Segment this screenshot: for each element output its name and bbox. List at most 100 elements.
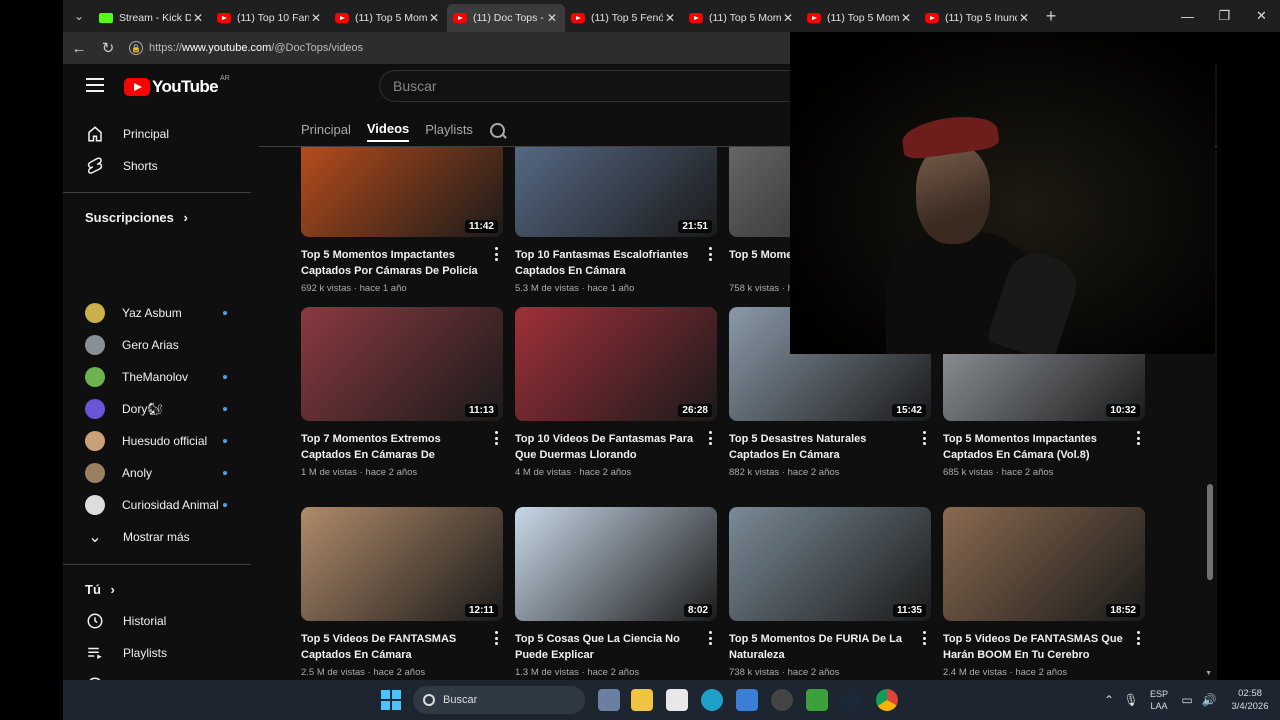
reload-icon[interactable]: ↻ — [95, 35, 121, 61]
video-title[interactable]: Top 5 Momentos Impactantes Captados En C… — [943, 431, 1123, 463]
back-arrow-icon[interactable]: ← — [66, 35, 92, 61]
store-icon[interactable] — [666, 689, 688, 711]
video-title[interactable]: Top 5 Momentos Impactantes Captados Por … — [301, 247, 481, 279]
video-thumbnail[interactable]: 8:02 — [515, 507, 717, 621]
video-card[interactable]: 21:51 Top 10 Fantasmas Escalofriantes Cap… — [515, 147, 717, 294]
chevron-up-icon[interactable]: ⌃ — [1098, 693, 1120, 707]
video-card[interactable]: 11:35 Top 5 Momentos De FURIA De La Natur… — [729, 507, 931, 678]
close-tab-icon[interactable]: ✕ — [663, 11, 677, 25]
app-icon[interactable] — [771, 689, 793, 711]
clock[interactable]: 02:58 3/4/2026 — [1220, 687, 1280, 713]
video-card[interactable]: 18:52 Top 5 Videos De FANTASMAS Que Harán… — [943, 507, 1145, 678]
tab-playlists[interactable]: Playlists — [425, 122, 473, 141]
youtube-icon — [335, 13, 349, 23]
file-explorer-icon[interactable] — [631, 689, 653, 711]
chrome-icon[interactable] — [876, 689, 898, 711]
more-actions-icon[interactable] — [709, 247, 713, 261]
more-actions-icon[interactable] — [709, 431, 713, 445]
microphone-icon[interactable]: 🎙 — [1120, 693, 1142, 707]
video-title[interactable]: Top 5 Momentos De FURIA De La Naturaleza — [729, 631, 909, 663]
browser-tab[interactable]: (11) Doc Tops - Y✕ — [447, 4, 565, 32]
video-card[interactable]: 26:28 Top 10 Videos De Fantasmas Para Que… — [515, 307, 717, 478]
close-tab-icon[interactable]: ✕ — [191, 11, 205, 25]
restore-icon[interactable]: ❐ — [1206, 0, 1243, 32]
tab-principal[interactable]: Principal — [301, 122, 351, 141]
browser-tab[interactable]: (11) Top 5 Mome ✕ — [801, 4, 919, 32]
video-thumbnail[interactable]: 21:51 — [515, 147, 717, 237]
address-bar: ← ↻ 🔒 https://www.youtube.com/@DocTops/v… — [63, 32, 790, 64]
network-icon[interactable]: ▭ — [1176, 693, 1198, 707]
browser-tab[interactable]: (11) Top 5 Inund ✕ — [919, 4, 1037, 32]
video-title[interactable]: Top 5 Videos De FANTASMAS Que Harán BOOM… — [943, 631, 1123, 663]
video-title[interactable]: Top 5 Videos De FANTASMAS Captados En Cá… — [301, 631, 481, 663]
new-tab-button[interactable]: + — [1037, 6, 1065, 27]
video-card[interactable]: 11:42 Top 5 Momentos Impactantes Captados… — [301, 147, 503, 294]
tab-videos[interactable]: Videos — [366, 121, 410, 142]
video-views: 2.4 M de vistas — [943, 667, 1007, 678]
video-thumbnail[interactable]: 11:35 — [729, 507, 931, 621]
video-thumbnail[interactable]: 12:11 — [301, 507, 503, 621]
windows-start-icon[interactable] — [381, 690, 401, 710]
search-input[interactable]: Buscar — [379, 70, 799, 102]
taskbar-search[interactable]: Buscar — [413, 686, 585, 714]
video-title[interactable]: Top 7 Momentos Extremos Captados En Cáma… — [301, 431, 481, 463]
steam-icon[interactable] — [841, 689, 863, 711]
close-tab-icon[interactable]: ✕ — [781, 11, 795, 25]
volume-icon[interactable]: 🔊 — [1198, 693, 1220, 707]
video-thumbnail[interactable]: 11:42 — [301, 147, 503, 237]
close-tab-icon[interactable]: ✕ — [899, 11, 913, 25]
more-actions-icon[interactable] — [495, 631, 499, 645]
close-window-icon[interactable]: ✕ — [1243, 0, 1280, 32]
minimize-icon[interactable]: — — [1169, 0, 1206, 32]
url-field[interactable]: 🔒 https://www.youtube.com/@DocTops/video… — [129, 41, 363, 55]
browser-tab[interactable]: (11) Top 10 Fanta✕ — [211, 4, 329, 32]
browser-tab[interactable]: Stream - Kick Da ✕ — [93, 4, 211, 32]
video-age: hace 1 año — [587, 283, 635, 294]
channel-search-icon[interactable] — [489, 122, 507, 140]
browser-tab[interactable]: (11) Top 5 Mome ✕ — [683, 4, 801, 32]
video-age: hace 2 años — [587, 667, 640, 678]
sidebar-item-home[interactable]: Principal — [73, 118, 251, 150]
more-actions-icon[interactable] — [709, 631, 713, 645]
close-tab-icon[interactable]: ✕ — [427, 11, 441, 25]
mail-icon[interactable] — [736, 689, 758, 711]
language-indicator[interactable]: ESP LAA — [1142, 688, 1176, 712]
tab-search-chevron-icon[interactable]: ⌄ — [65, 3, 93, 29]
video-title[interactable]: Top 10 Fantasmas Escalofriantes Captados… — [515, 247, 695, 279]
scrollbar-thumb[interactable] — [1207, 484, 1213, 580]
browser-tab[interactable]: (11) Top 5 Mome ✕ — [329, 4, 447, 32]
copilot-icon[interactable] — [598, 689, 620, 711]
xbox-icon[interactable] — [806, 689, 828, 711]
video-card[interactable]: 11:13 Top 7 Momentos Extremos Captados En… — [301, 307, 503, 478]
video-thumbnail[interactable]: 18:52 — [943, 507, 1145, 621]
more-actions-icon[interactable] — [495, 247, 499, 261]
system-tray: ⌃ 🎙 ESP LAA ▭ 🔊 02:58 3/4/2026 — [1098, 680, 1280, 720]
close-tab-icon[interactable]: ✕ — [309, 11, 323, 25]
video-title[interactable]: Top 5 Desastres Naturales Captados En Cá… — [729, 431, 909, 463]
more-actions-icon[interactable] — [495, 431, 499, 445]
video-card[interactable]: 8:02 Top 5 Cosas Que La Ciencia No Puede … — [515, 507, 717, 678]
video-thumbnail[interactable]: 26:28 — [515, 307, 717, 421]
menu-icon[interactable] — [86, 78, 104, 92]
site-info-icon[interactable]: 🔒 — [129, 41, 143, 55]
more-actions-icon[interactable] — [1137, 631, 1141, 645]
browser-tab[interactable]: (11) Top 5 Fenóm✕ — [565, 4, 683, 32]
close-tab-icon[interactable]: ✕ — [1017, 11, 1031, 25]
more-actions-icon[interactable] — [1137, 431, 1141, 445]
webcam-overlay — [790, 32, 1215, 354]
video-card[interactable]: 12:11 Top 5 Videos De FANTASMAS Captados … — [301, 507, 503, 678]
more-actions-icon[interactable] — [923, 431, 927, 445]
video-title[interactable]: Top 10 Videos De Fantasmas Para Que Duer… — [515, 431, 695, 463]
edge-icon[interactable] — [701, 689, 723, 711]
video-duration: 15:42 — [892, 404, 926, 417]
youtube-logo[interactable]: YouTube AR — [124, 75, 230, 97]
video-views: 2.5 M de vistas — [301, 667, 365, 678]
lang-bottom: LAA — [1150, 701, 1168, 711]
more-actions-icon[interactable] — [923, 631, 927, 645]
close-tab-icon[interactable]: ✕ — [545, 11, 559, 25]
youtube-icon — [925, 13, 939, 23]
video-duration: 12:11 — [464, 604, 498, 617]
video-title[interactable]: Top 5 Cosas Que La Ciencia No Puede Expl… — [515, 631, 695, 663]
scroll-down-arrow-icon[interactable]: ▼ — [1205, 670, 1212, 677]
video-thumbnail[interactable]: 11:13 — [301, 307, 503, 421]
